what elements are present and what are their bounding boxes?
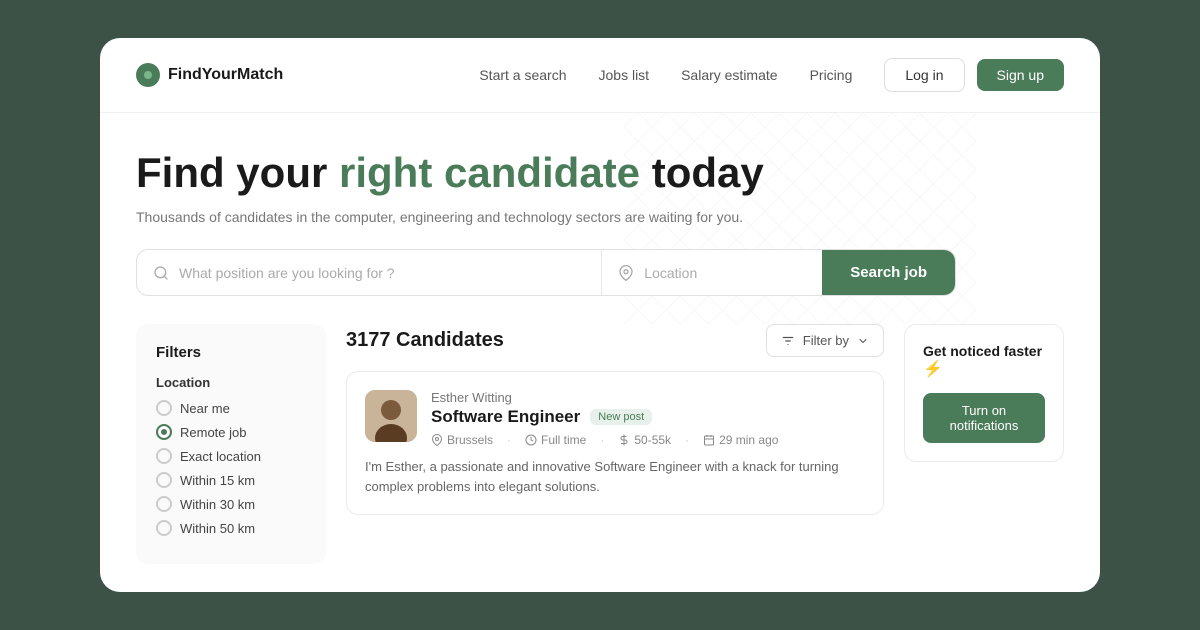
candidate-name: Esther Witting <box>431 390 778 405</box>
candidates-count: 3177 Candidates <box>346 329 504 352</box>
radio-exact-location[interactable] <box>156 448 172 464</box>
position-search-field <box>137 250 602 295</box>
filters-title: Filters <box>156 344 306 361</box>
meta-dot-1: · <box>507 433 511 447</box>
notification-card: Get noticed faster ⚡ Turn on notificatio… <box>904 324 1064 462</box>
filter-within-30[interactable]: Within 30 km <box>156 496 306 512</box>
filter-remote-job-label: Remote job <box>180 425 246 440</box>
notification-emoji: ⚡ <box>923 361 943 378</box>
candidate-info: Esther Witting Software Engineer New pos… <box>431 390 778 447</box>
filter-exact-location-label: Exact location <box>180 449 261 464</box>
filter-exact-location[interactable]: Exact location <box>156 448 306 464</box>
radio-within-50[interactable] <box>156 520 172 536</box>
meta-location-text: Brussels <box>447 433 493 447</box>
radio-near-me[interactable] <box>156 400 172 416</box>
filter-within-15[interactable]: Within 15 km <box>156 472 306 488</box>
radio-within-15[interactable] <box>156 472 172 488</box>
meta-salary: 50-55k <box>618 433 671 447</box>
candidate-title: Software Engineer <box>431 407 580 427</box>
filters-panel: Filters Location Near me Remote job Exac… <box>136 324 326 564</box>
nav-jobs-list[interactable]: Jobs list <box>599 67 650 83</box>
search-job-button[interactable]: Search job <box>822 250 955 295</box>
login-button[interactable]: Log in <box>884 58 964 92</box>
hero-title-after: today <box>640 149 764 196</box>
search-icon <box>153 265 169 281</box>
logo-icon <box>136 63 160 87</box>
candidate-description: I'm Esther, a passionate and innovative … <box>365 457 865 496</box>
nav-links: Start a search Jobs list Salary estimate… <box>479 67 852 83</box>
candidate-card[interactable]: Esther Witting Software Engineer New pos… <box>346 371 884 515</box>
hero-title-before: Find your <box>136 149 339 196</box>
main-card: FindYourMatch Start a search Jobs list S… <box>100 38 1100 592</box>
hero-title: Find your right candidate today <box>136 149 1064 197</box>
nav-salary-estimate[interactable]: Salary estimate <box>681 67 777 83</box>
hero-subtitle: Thousands of candidates in the computer,… <box>136 209 1064 225</box>
location-filter-title: Location <box>156 375 306 390</box>
meta-location: Brussels <box>431 433 493 447</box>
meta-time: 29 min ago <box>703 433 778 447</box>
candidate-title-row: Software Engineer New post <box>431 407 778 427</box>
candidates-area: 3177 Candidates Filter by <box>346 324 884 564</box>
location-input[interactable] <box>644 265 806 281</box>
candidate-meta: Brussels · Full time · <box>431 433 778 447</box>
meta-type: Full time <box>525 433 586 447</box>
meta-salary-text: 50-55k <box>634 433 671 447</box>
search-bar: Search job <box>136 249 956 296</box>
filter-within-15-label: Within 15 km <box>180 473 255 488</box>
nav-start-search[interactable]: Start a search <box>479 67 566 83</box>
position-input[interactable] <box>179 265 585 281</box>
bottom-section: Filters Location Near me Remote job Exac… <box>100 324 1100 592</box>
filter-within-50-label: Within 50 km <box>180 521 255 536</box>
signup-button[interactable]: Sign up <box>977 59 1064 91</box>
candidates-header: 3177 Candidates Filter by <box>346 324 884 357</box>
radio-within-30[interactable] <box>156 496 172 512</box>
filter-by-label: Filter by <box>803 333 849 348</box>
salary-icon <box>618 434 630 446</box>
clock-icon <box>525 434 537 446</box>
filter-icon <box>781 334 795 348</box>
avatar-image <box>365 390 417 442</box>
brand-name: FindYourMatch <box>168 66 283 84</box>
notification-title: Get noticed faster ⚡ <box>923 343 1045 379</box>
turn-on-notifications-button[interactable]: Turn on notifications <box>923 393 1045 443</box>
notification-title-text: Get noticed faster <box>923 343 1042 359</box>
meta-type-text: Full time <box>541 433 586 447</box>
filter-by-button[interactable]: Filter by <box>766 324 884 357</box>
chevron-down-icon <box>857 335 869 347</box>
filter-remote-job[interactable]: Remote job <box>156 424 306 440</box>
avatar <box>365 390 417 442</box>
filter-within-50[interactable]: Within 50 km <box>156 520 306 536</box>
navbar: FindYourMatch Start a search Jobs list S… <box>100 38 1100 113</box>
meta-dot-3: · <box>685 433 689 447</box>
calendar-icon <box>703 434 715 446</box>
filter-within-30-label: Within 30 km <box>180 497 255 512</box>
logo[interactable]: FindYourMatch <box>136 63 283 87</box>
location-icon <box>618 265 634 281</box>
meta-dot-2: · <box>600 433 604 447</box>
radio-remote-job[interactable] <box>156 424 172 440</box>
new-post-badge: New post <box>590 409 652 425</box>
location-search-field <box>602 250 822 295</box>
notification-box: Get noticed faster ⚡ Turn on notificatio… <box>904 324 1064 564</box>
nav-actions: Log in Sign up <box>884 58 1064 92</box>
filter-near-me[interactable]: Near me <box>156 400 306 416</box>
hero-title-accent: right candidate <box>339 149 640 196</box>
filter-near-me-label: Near me <box>180 401 230 416</box>
nav-pricing[interactable]: Pricing <box>810 67 853 83</box>
meta-time-text: 29 min ago <box>719 433 778 447</box>
candidate-top: Esther Witting Software Engineer New pos… <box>365 390 865 447</box>
hero-section: Find your right candidate today Thousand… <box>100 113 1100 324</box>
location-pin-icon <box>431 434 443 446</box>
